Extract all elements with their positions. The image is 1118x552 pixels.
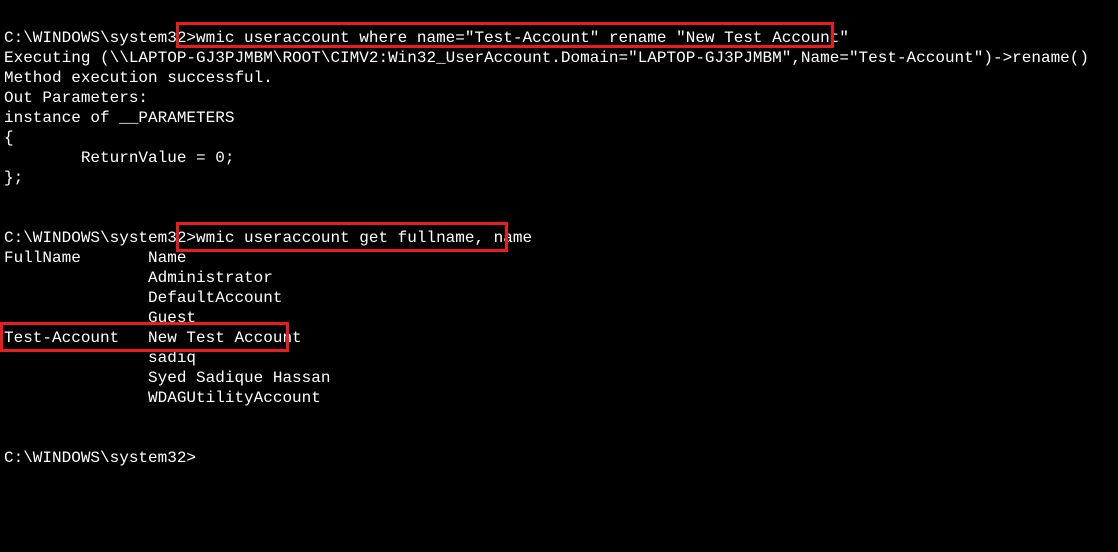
table-row: Syed Sadique Hassan xyxy=(4,368,1118,388)
table-row: Administrator xyxy=(4,268,1118,288)
prompt-path: C:\WINDOWS\system32> xyxy=(4,449,196,467)
table-row: Guest xyxy=(4,308,1118,328)
output-line: }; xyxy=(4,168,1118,188)
table-row: DefaultAccount xyxy=(4,288,1118,308)
table-row: Test-Account New Test Account xyxy=(4,328,1118,348)
blank-line xyxy=(4,208,1118,228)
blank-line xyxy=(4,428,1118,448)
blank-line xyxy=(4,408,1118,428)
command-line-3[interactable]: C:\WINDOWS\system32> xyxy=(4,448,1118,468)
table-header: FullName Name xyxy=(4,248,1118,268)
output-line: Out Parameters: xyxy=(4,88,1118,108)
prompt-path: C:\WINDOWS\system32> xyxy=(4,229,196,247)
command-line-2[interactable]: C:\WINDOWS\system32>wmic useraccount get… xyxy=(4,228,1118,248)
output-line: { xyxy=(4,128,1118,148)
table-row: WDAGUtilityAccount xyxy=(4,388,1118,408)
command-text: wmic useraccount where name="Test-Accoun… xyxy=(196,29,849,47)
command-text: wmic useraccount get fullname, name xyxy=(196,229,532,247)
prompt-path: C:\WINDOWS\system32> xyxy=(4,29,196,47)
blank-line xyxy=(4,188,1118,208)
table-row: sadiq xyxy=(4,348,1118,368)
output-line: ReturnValue = 0; xyxy=(4,148,1118,168)
output-line: Method execution successful. xyxy=(4,68,1118,88)
output-line: Executing (\\LAPTOP-GJ3PJMBM\ROOT\CIMV2:… xyxy=(4,48,1118,68)
command-line-1[interactable]: C:\WINDOWS\system32>wmic useraccount whe… xyxy=(4,28,1118,48)
output-line: instance of __PARAMETERS xyxy=(4,108,1118,128)
